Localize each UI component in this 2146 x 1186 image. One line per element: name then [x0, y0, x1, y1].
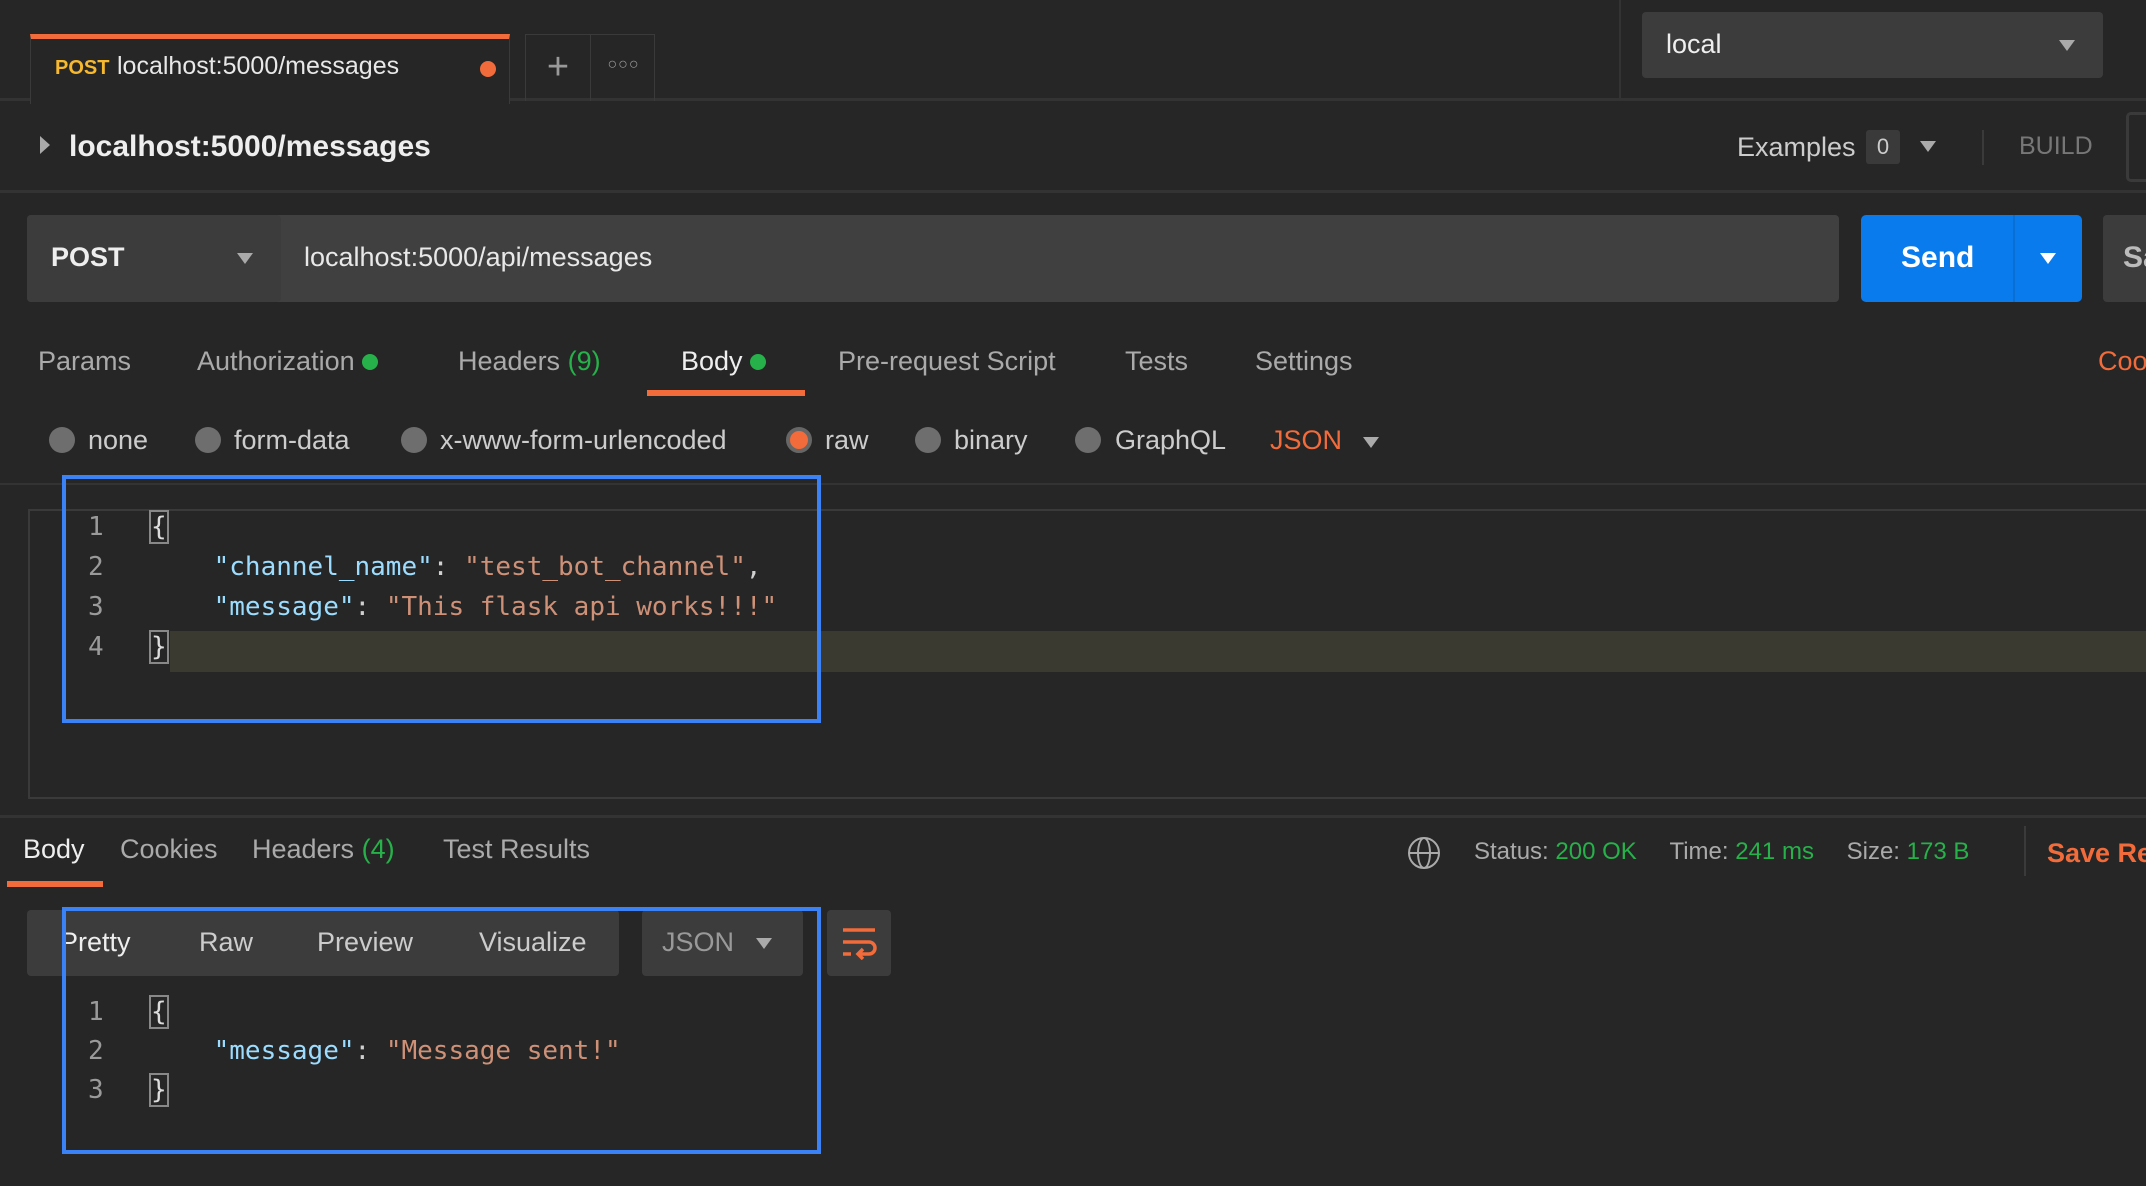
radio-binary[interactable] [915, 427, 941, 453]
send-options-icon[interactable] [2040, 253, 2056, 264]
tab-settings[interactable]: Settings [1255, 346, 1353, 377]
radio-label: GraphQL [1115, 425, 1227, 455]
radio-graphql[interactable] [1075, 427, 1101, 453]
chevron-down-icon [237, 253, 253, 264]
divider [0, 190, 2146, 193]
environment-select[interactable]: local [1642, 12, 2103, 78]
headers-count: (9) [567, 346, 601, 376]
radio-label: binary [954, 425, 1028, 455]
radio-urlencoded[interactable] [401, 427, 427, 453]
examples-dropdown-icon[interactable] [1920, 141, 1936, 152]
divider [0, 815, 2146, 818]
body-format-select[interactable]: JSON [1270, 425, 1342, 456]
more-tabs-icon[interactable]: ○○○ [591, 35, 656, 101]
tab-label: Authorization [197, 346, 355, 376]
time-label: Time: [1669, 838, 1729, 865]
request-tab[interactable]: POST localhost:5000/messages [30, 34, 510, 104]
tab-method: POST [55, 57, 110, 79]
annotation-box [62, 475, 821, 723]
environment-value: local [1666, 29, 1722, 59]
divider [2024, 826, 2026, 876]
radio-label: none [88, 425, 149, 455]
method-select[interactable]: POST [27, 215, 281, 302]
radio-label: raw [825, 425, 869, 455]
radio-label: x-www-form-urlencoded [440, 425, 727, 455]
tab-test-results[interactable]: Test Results [443, 834, 590, 865]
tab-body[interactable]: Body [681, 346, 767, 377]
time-value: 241 ms [1735, 838, 1814, 865]
tab-response-headers[interactable]: Headers (4) [252, 834, 395, 865]
examples-count: 0 [1866, 130, 1900, 164]
send-button[interactable]: Send [1861, 215, 2082, 302]
chevron-down-icon [2059, 40, 2075, 51]
tab-pre-request-script[interactable]: Pre-request Script [838, 346, 1056, 377]
divider [1982, 130, 1984, 165]
unsaved-dot-icon [480, 61, 496, 77]
response-meta: Status: 200 OK Time: 241 ms Size: 173 B [1474, 838, 1969, 866]
request-name[interactable]: localhost:5000/messages [69, 130, 431, 164]
wrap-lines-icon [843, 928, 877, 960]
size-value: 173 B [1906, 838, 1970, 865]
radio-form-data[interactable] [195, 427, 221, 453]
tab-tests[interactable]: Tests [1125, 346, 1188, 377]
size-label: Size: [1846, 838, 1900, 865]
radio-raw[interactable] [786, 427, 812, 453]
tab-headers[interactable]: Headers (9) [458, 346, 601, 377]
tab-authorization[interactable]: Authorization [197, 346, 379, 377]
url-input[interactable]: localhost:5000/api/messages [304, 242, 652, 273]
annotation-box [62, 907, 821, 1154]
headers-count: (4) [361, 834, 395, 864]
divider [2013, 215, 2015, 302]
active-tab-underline [7, 881, 103, 887]
new-tab-plus-icon[interactable]: + [526, 35, 591, 101]
save-response-button[interactable]: Save Re [2047, 838, 2146, 869]
save-button[interactable]: Sa [2103, 215, 2146, 302]
sidebar-toggle[interactable] [2126, 112, 2146, 182]
tab-label: Headers [252, 834, 355, 864]
expand-caret-icon[interactable] [40, 136, 50, 154]
status-dot-icon [362, 354, 379, 370]
build-button[interactable]: BUILD [2019, 132, 2093, 161]
cookies-link[interactable]: Coo [2098, 346, 2146, 377]
save-label: Sa [2123, 241, 2146, 274]
tab-title: localhost:5000/messages [117, 52, 400, 80]
body-type-radios: none form-data x-www-form-urlencoded raw… [0, 425, 2146, 457]
method-value: POST [51, 242, 125, 272]
send-label: Send [1901, 241, 1975, 274]
globe-icon[interactable] [1408, 837, 1440, 869]
url-bar [27, 215, 1839, 302]
status-value: 200 OK [1555, 838, 1637, 865]
status-dot-icon [750, 354, 767, 370]
wrap-lines-button[interactable] [827, 910, 891, 976]
chevron-down-icon[interactable] [1363, 437, 1379, 448]
examples-label[interactable]: Examples [1737, 132, 1856, 163]
tab-response-body[interactable]: Body [23, 834, 85, 865]
divider [1619, 0, 1621, 101]
tab-label: Body [681, 346, 743, 376]
tab-actions: + ○○○ [525, 34, 655, 101]
tab-cookies[interactable]: Cookies [120, 834, 218, 865]
active-tab-underline [647, 390, 805, 396]
radio-label: form-data [234, 425, 350, 455]
radio-none[interactable] [49, 427, 75, 453]
status-label: Status: [1474, 838, 1549, 865]
tab-params[interactable]: Params [38, 346, 131, 377]
tab-label: Headers [458, 346, 561, 376]
